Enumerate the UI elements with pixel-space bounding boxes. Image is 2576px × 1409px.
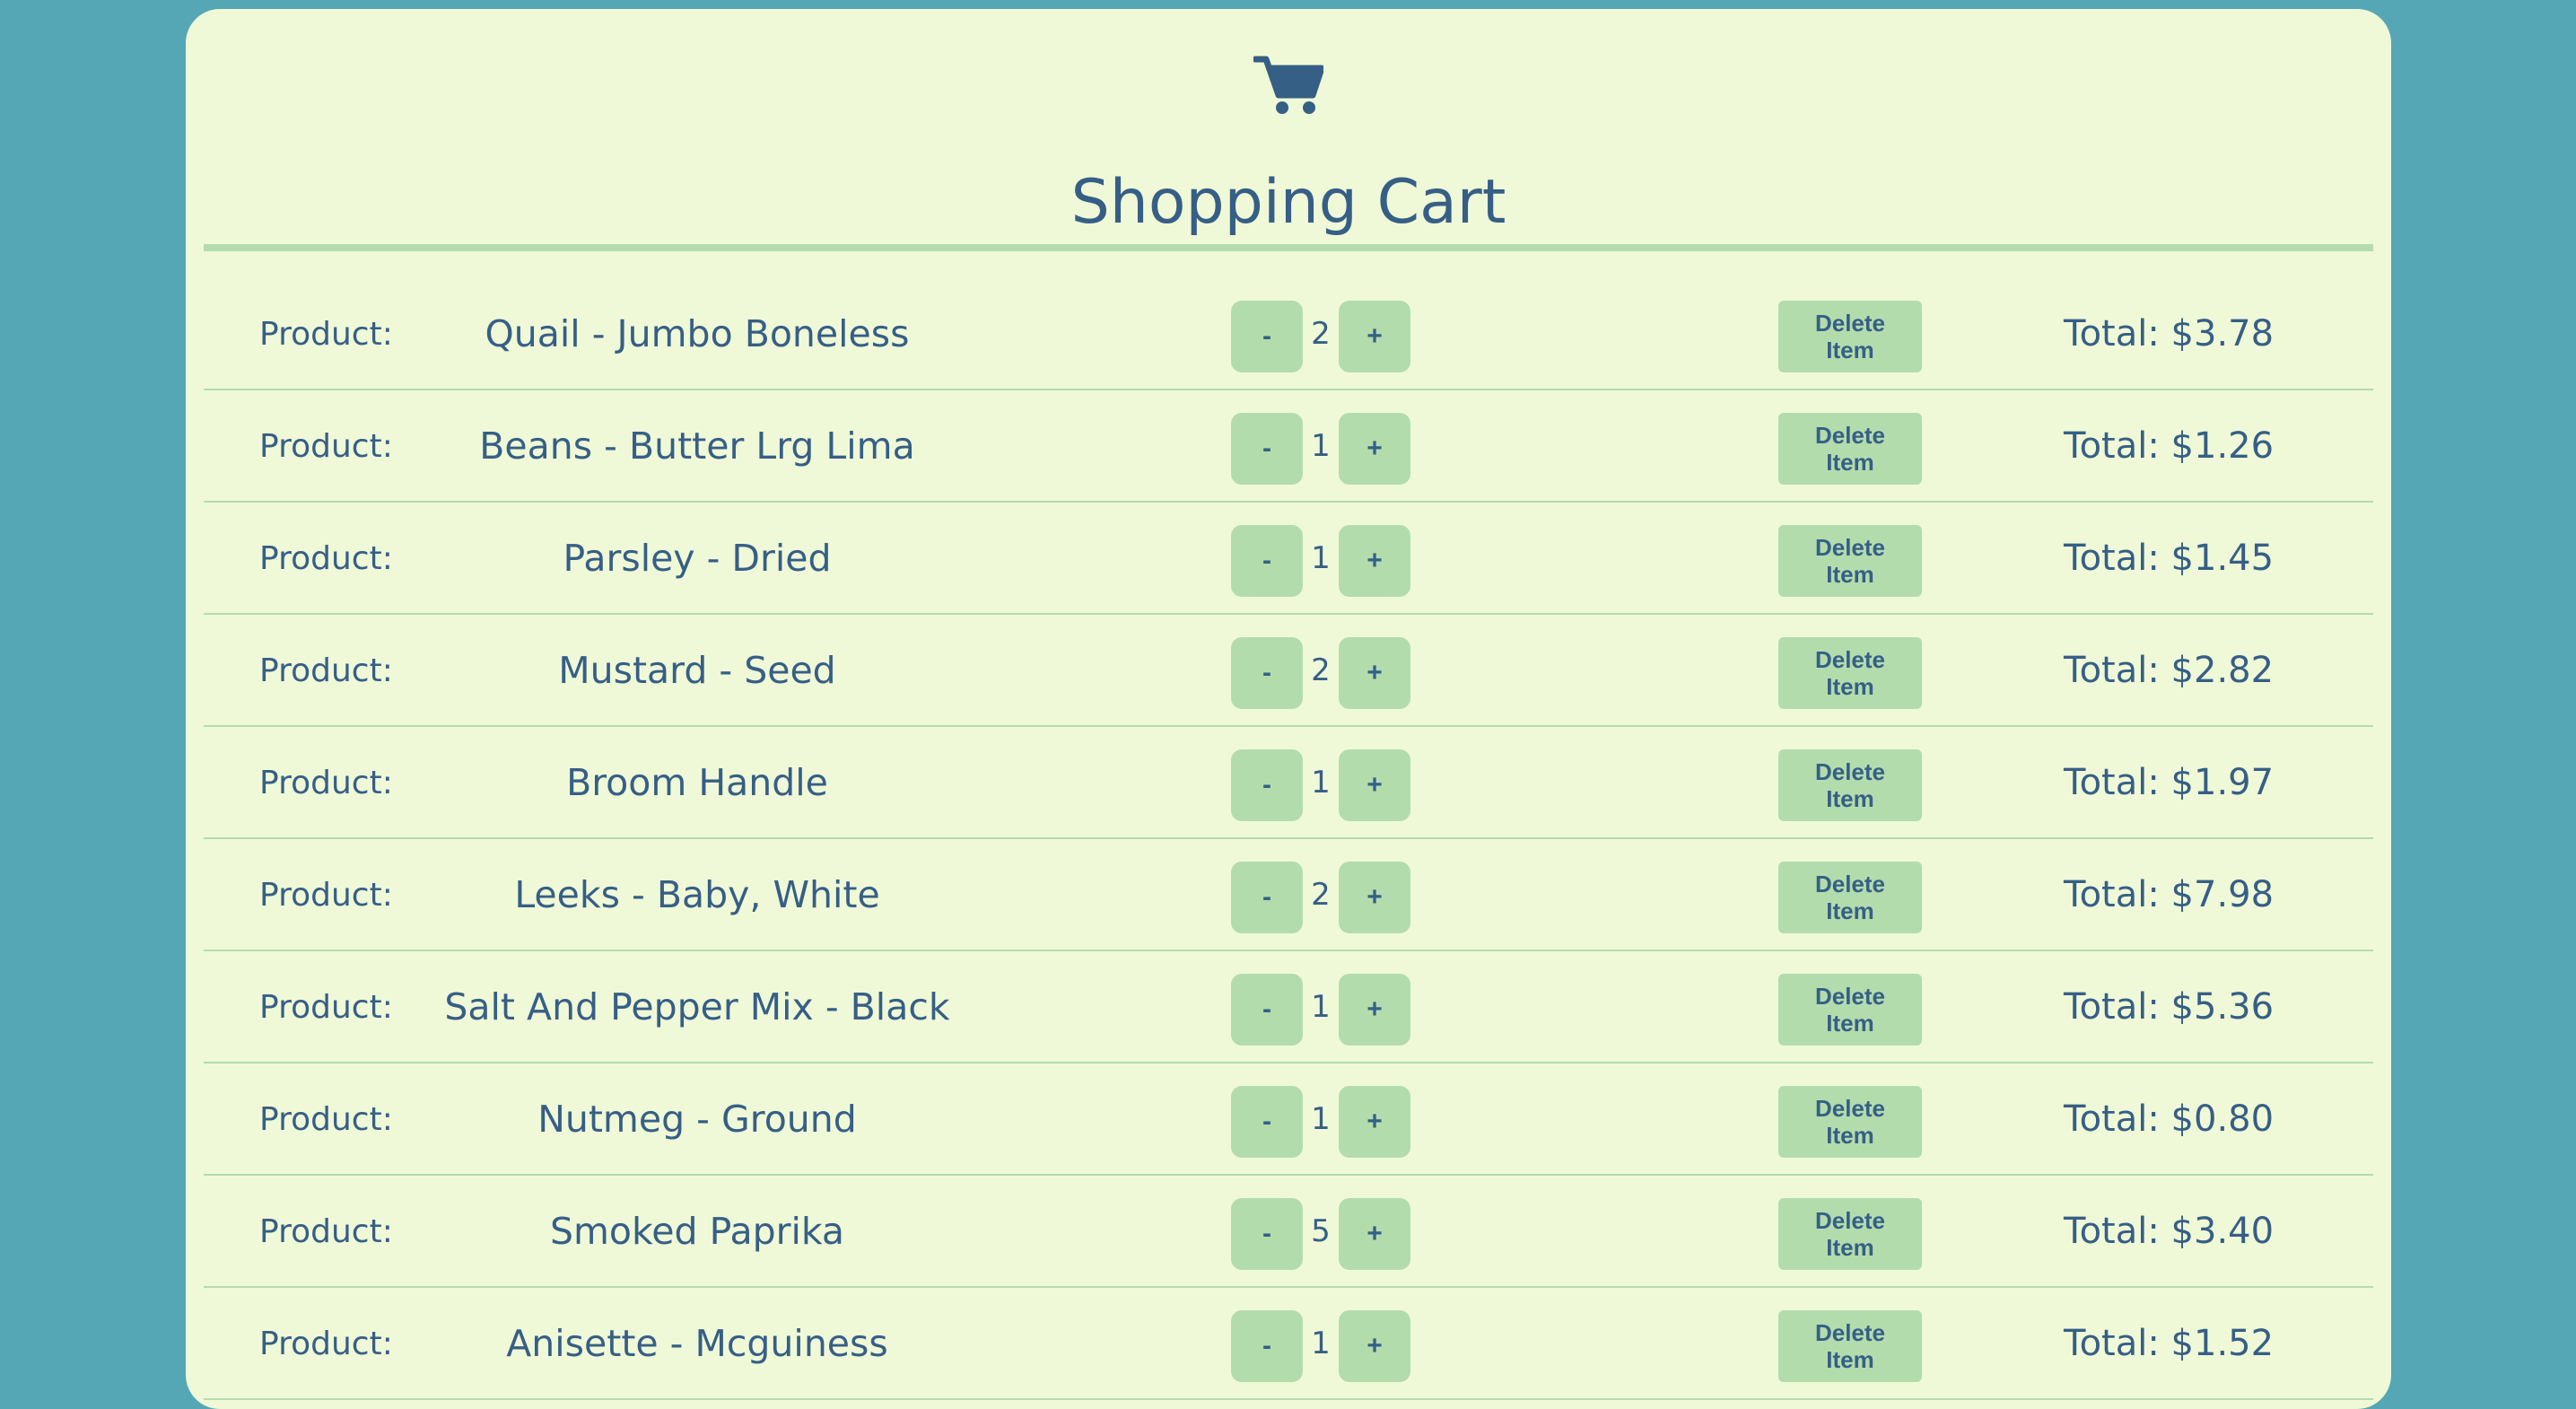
product-label: Product:	[259, 765, 393, 801]
item-total: Total: $7.98	[2063, 874, 2275, 915]
decrease-quantity-button[interactable]: -	[1231, 637, 1303, 709]
product-name: Parsley - Dried	[563, 537, 832, 580]
product-label: Product:	[259, 316, 393, 353]
cart-item-list: Product: Quail - Jumbo Boneless - 2 + De…	[204, 278, 2373, 1400]
shopping-cart-panel: Shopping Cart Product: Quail - Jumbo Bon…	[186, 9, 2391, 1409]
cart-item-row: Product: Smoked Paprika - 5 + Delete Ite…	[204, 1176, 2373, 1288]
item-total: Total: $1.52	[2063, 1323, 2275, 1364]
delete-item-button[interactable]: Delete Item	[1778, 637, 1922, 709]
decrease-quantity-button[interactable]: -	[1231, 413, 1303, 485]
product-label: Product:	[259, 1326, 393, 1362]
quantity-value: 2	[1311, 877, 1331, 913]
product-name: Anisette - Mcguiness	[506, 1322, 888, 1365]
increase-quantity-button[interactable]: +	[1339, 1310, 1410, 1382]
quantity-value: 1	[1311, 765, 1331, 801]
decrease-quantity-button[interactable]: -	[1231, 974, 1303, 1046]
item-total: Total: $1.97	[2063, 762, 2275, 803]
quantity-value: 1	[1311, 540, 1331, 576]
page-title: Shopping Cart	[1070, 167, 1506, 238]
item-total: Total: $0.80	[2063, 1098, 2275, 1140]
increase-quantity-button[interactable]: +	[1339, 1198, 1410, 1270]
delete-item-button[interactable]: Delete Item	[1778, 413, 1922, 485]
product-name: Salt And Pepper Mix - Black	[444, 985, 950, 1028]
product-name: Quail - Jumbo Boneless	[485, 312, 910, 355]
shopping-cart-icon	[1253, 54, 1323, 126]
item-total: Total: $3.40	[2063, 1211, 2275, 1252]
item-total: Total: $1.26	[2063, 425, 2275, 467]
quantity-value: 1	[1311, 1326, 1331, 1361]
cart-item-row: Product: Nutmeg - Ground - 1 + Delete It…	[204, 1063, 2373, 1176]
item-total: Total: $1.45	[2063, 538, 2275, 579]
product-name: Nutmeg - Ground	[537, 1098, 857, 1141]
cart-item-row: Product: Parsley - Dried - 1 + Delete It…	[204, 503, 2373, 615]
decrease-quantity-button[interactable]: -	[1231, 1086, 1303, 1158]
decrease-quantity-button[interactable]: -	[1231, 1198, 1303, 1270]
cart-item-row: Product: Broom Handle - 1 + Delete Item …	[204, 727, 2373, 839]
product-name: Mustard - Seed	[558, 649, 836, 692]
title-divider	[204, 244, 2373, 251]
cart-item-row: Product: Salt And Pepper Mix - Black - 1…	[204, 951, 2373, 1063]
quantity-value: 2	[1311, 652, 1331, 688]
delete-item-button[interactable]: Delete Item	[1778, 1310, 1922, 1382]
cart-item-row: Product: Beans - Butter Lrg Lima - 1 + D…	[204, 390, 2373, 503]
item-total: Total: $5.36	[2063, 986, 2275, 1028]
cart-item-row: Product: Quail - Jumbo Boneless - 2 + De…	[204, 278, 2373, 390]
decrease-quantity-button[interactable]: -	[1231, 525, 1303, 597]
decrease-quantity-button[interactable]: -	[1231, 749, 1303, 821]
delete-item-button[interactable]: Delete Item	[1778, 525, 1922, 597]
increase-quantity-button[interactable]: +	[1339, 1086, 1410, 1158]
quantity-value: 5	[1311, 1213, 1331, 1249]
quantity-value: 1	[1311, 989, 1331, 1025]
product-name: Broom Handle	[566, 761, 828, 804]
product-label: Product:	[259, 428, 393, 465]
cart-item-row: Product: Mustard - Seed - 2 + Delete Ite…	[204, 615, 2373, 727]
increase-quantity-button[interactable]: +	[1339, 525, 1410, 597]
delete-item-button[interactable]: Delete Item	[1778, 1086, 1922, 1158]
product-name: Beans - Butter Lrg Lima	[479, 424, 915, 468]
increase-quantity-button[interactable]: +	[1339, 749, 1410, 821]
quantity-value: 2	[1311, 316, 1331, 352]
delete-item-button[interactable]: Delete Item	[1778, 301, 1922, 372]
delete-item-button[interactable]: Delete Item	[1778, 862, 1922, 933]
increase-quantity-button[interactable]: +	[1339, 974, 1410, 1046]
cart-item-row: Product: Leeks - Baby, White - 2 + Delet…	[204, 839, 2373, 951]
item-total: Total: $2.82	[2063, 650, 2275, 691]
delete-item-button[interactable]: Delete Item	[1778, 974, 1922, 1046]
item-total: Total: $3.78	[2063, 313, 2275, 354]
product-label: Product:	[259, 989, 393, 1026]
product-label: Product:	[259, 652, 393, 689]
decrease-quantity-button[interactable]: -	[1231, 301, 1303, 372]
quantity-value: 1	[1311, 1101, 1331, 1137]
product-label: Product:	[259, 877, 393, 914]
increase-quantity-button[interactable]: +	[1339, 862, 1410, 933]
increase-quantity-button[interactable]: +	[1339, 413, 1410, 485]
delete-item-button[interactable]: Delete Item	[1778, 749, 1922, 821]
decrease-quantity-button[interactable]: -	[1231, 862, 1303, 933]
decrease-quantity-button[interactable]: -	[1231, 1310, 1303, 1382]
increase-quantity-button[interactable]: +	[1339, 637, 1410, 709]
product-label: Product:	[259, 1213, 393, 1250]
product-label: Product:	[259, 540, 393, 577]
quantity-value: 1	[1311, 428, 1331, 464]
product-name: Leeks - Baby, White	[514, 873, 880, 916]
increase-quantity-button[interactable]: +	[1339, 301, 1410, 372]
delete-item-button[interactable]: Delete Item	[1778, 1198, 1922, 1270]
cart-item-row: Product: Anisette - Mcguiness - 1 + Dele…	[204, 1288, 2373, 1400]
product-label: Product:	[259, 1101, 393, 1138]
product-name: Smoked Paprika	[549, 1210, 845, 1253]
